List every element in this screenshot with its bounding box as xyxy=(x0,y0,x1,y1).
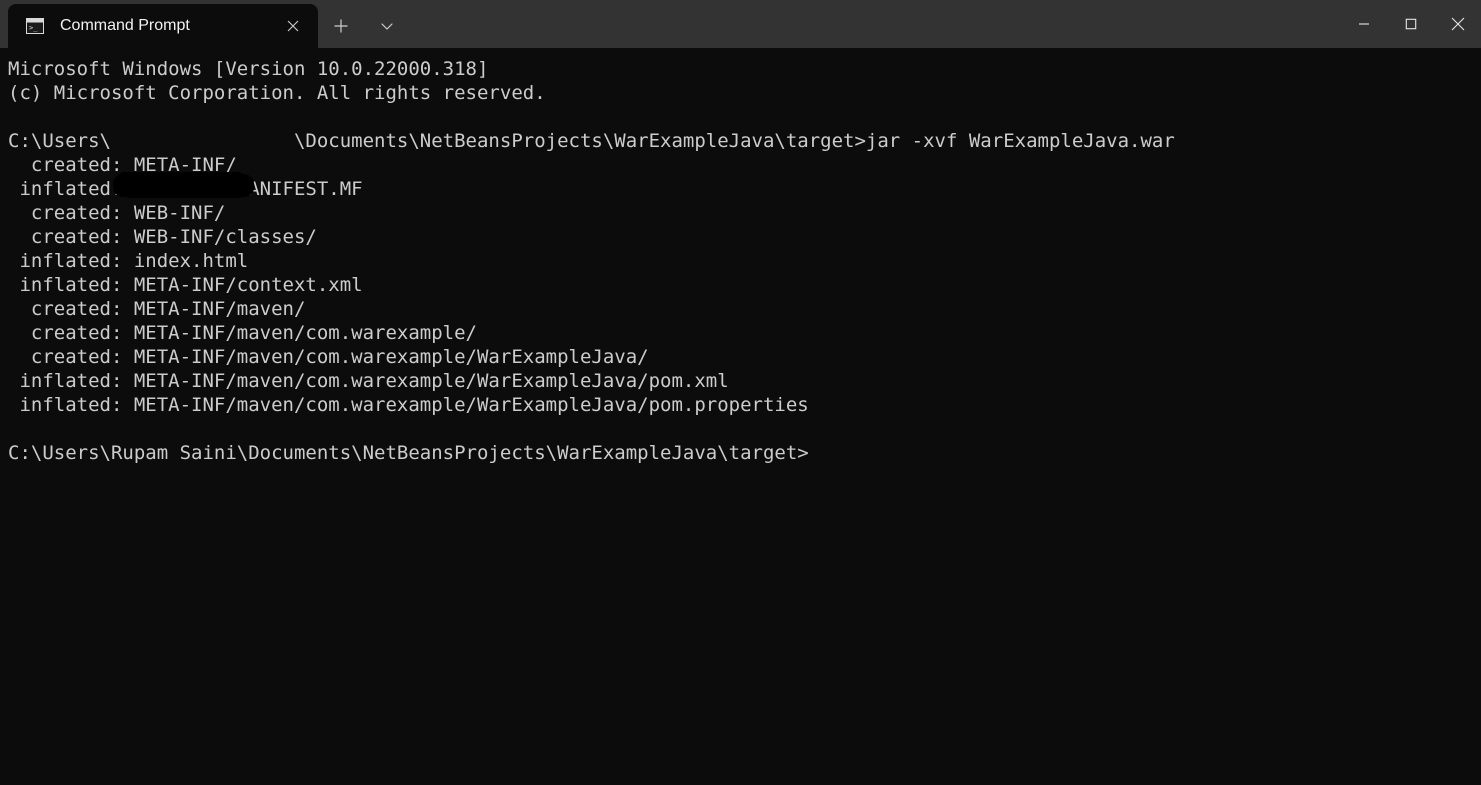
terminal-surface[interactable]: Microsoft Windows [Version 10.0.22000.31… xyxy=(0,48,1481,785)
tab-strip: >_ Command Prompt xyxy=(0,0,410,48)
minimize-button[interactable] xyxy=(1340,0,1387,48)
command-prompt-icon: >_ xyxy=(26,18,44,34)
console-line: created: WEB-INF/ xyxy=(8,202,226,224)
title-bar[interactable]: >_ Command Prompt xyxy=(0,0,1481,48)
chevron-down-icon xyxy=(379,18,395,34)
maximize-icon xyxy=(1405,18,1417,30)
console-line: inflated: META-INF/maven/com.warexample/… xyxy=(8,394,809,416)
plus-icon xyxy=(333,18,349,34)
tab-title: Command Prompt xyxy=(60,18,190,34)
close-icon xyxy=(1451,17,1465,31)
tab-command-prompt[interactable]: >_ Command Prompt xyxy=(8,4,318,48)
redaction-mark xyxy=(114,172,253,198)
console-line: inflated: META-INF/context.xml xyxy=(8,274,363,296)
tab-dropdown-button[interactable] xyxy=(364,4,410,48)
command-prompt-window: >_ Command Prompt Microsoft Windows [Ver… xyxy=(0,0,1481,785)
console-output: Microsoft Windows [Version 10.0.22000.31… xyxy=(8,57,1481,465)
console-line: created: META-INF/maven/ xyxy=(8,298,306,320)
console-line: C:\Users\ \Documents\NetBeansProjects\Wa… xyxy=(8,130,1175,152)
console-line: created: META-INF/maven/com.warexample/ xyxy=(8,322,477,344)
tab-close-icon[interactable] xyxy=(278,11,308,41)
console-line: Microsoft Windows [Version 10.0.22000.31… xyxy=(8,58,489,80)
title-bar-drag-region xyxy=(410,0,1340,48)
console-line: inflated: index.html xyxy=(8,250,249,272)
maximize-button[interactable] xyxy=(1387,0,1434,48)
close-button[interactable] xyxy=(1434,0,1481,48)
window-controls xyxy=(1340,0,1481,48)
svg-text:>_: >_ xyxy=(29,24,38,32)
minimize-icon xyxy=(1358,18,1370,30)
console-line: (c) Microsoft Corporation. All rights re… xyxy=(8,82,546,104)
console-line: inflated: META-INF/maven/com.warexample/… xyxy=(8,370,729,392)
console-line: created: WEB-INF/classes/ xyxy=(8,226,317,248)
console-line: C:\Users\Rupam Saini\Documents\NetBeansP… xyxy=(8,442,809,464)
new-tab-button[interactable] xyxy=(318,4,364,48)
console-line: created: META-INF/maven/com.warexample/W… xyxy=(8,346,649,368)
